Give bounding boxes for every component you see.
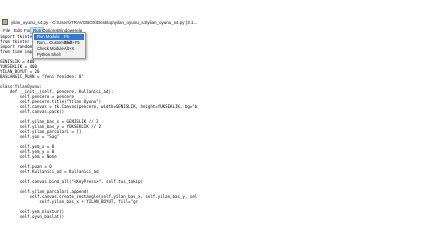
- code-line: BASLANGIC_PUAN = "Yeni Yeniden: 0": [0, 74, 84, 79]
- code-editor[interactable]: import tkinter from tkinter ... import r…: [0, 34, 426, 240]
- code-line: self.yilan_bas_x + YILAN_BOYUT, fill="gr: [0, 199, 139, 204]
- menu-file[interactable]: File: [1, 27, 12, 34]
- code-line: self.yem = None: [0, 154, 57, 159]
- code-line: self.yon = "Sag": [0, 134, 60, 139]
- python-shell-menu-item[interactable]: Python Shell: [34, 52, 84, 58]
- screen: yilan_oyunu_s4.py - C:\Users\TRAVOBOX\De…: [0, 0, 426, 240]
- code-line: self.Kullanici_ad = Kullanici_ad: [0, 169, 99, 174]
- python-file-icon: [2, 19, 8, 25]
- run-menu-dropdown: Run Module F5 Run... Customized Shift+F5…: [32, 32, 86, 59]
- window-title: yilan_oyunu_s4.py - C:\Users\TRAVOBOX\De…: [11, 20, 198, 25]
- title-bar: yilan_oyunu_s4.py - C:\Users\TRAVOBOX\De…: [0, 18, 426, 27]
- python-shell-label: Python Shell: [37, 52, 61, 57]
- code-line: self.canvas.bind_all("<KeyPress>", self.…: [0, 179, 143, 184]
- code-line: self.oyun_baslat(): [0, 214, 65, 219]
- code-line: self.canvas.pack(): [0, 109, 65, 114]
